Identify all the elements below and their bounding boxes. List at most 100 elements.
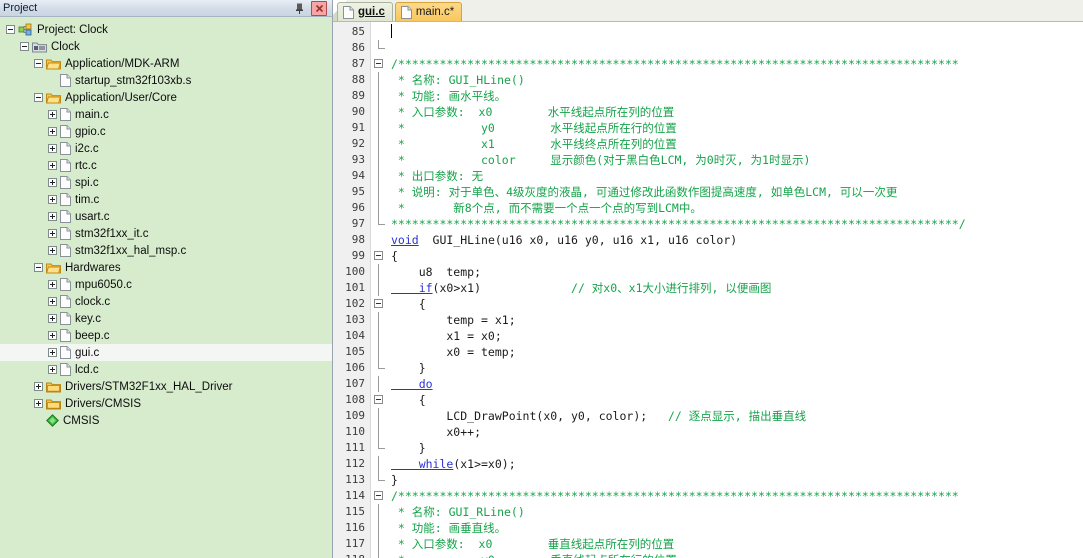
code-line[interactable]: do (389, 376, 1083, 392)
code-line[interactable]: { (389, 248, 1083, 264)
tree-item-rtc-c[interactable]: rtc.c (0, 157, 332, 174)
tree-item-i2c-c[interactable]: i2c.c (0, 140, 332, 157)
tree-item-gui-c[interactable]: gui.c (0, 344, 332, 361)
tree-item-lcd-c[interactable]: lcd.c (0, 361, 332, 378)
tree-item-application-mdk-arm[interactable]: Application/MDK-ARM (0, 55, 332, 72)
expand-plus-icon[interactable] (34, 399, 43, 408)
tree-item-drivers-cmsis[interactable]: Drivers/CMSIS (0, 395, 332, 412)
collapse-minus-icon[interactable] (34, 263, 43, 272)
tree-item-drivers-stm32f1xx-hal-driver[interactable]: Drivers/STM32F1xx_HAL_Driver (0, 378, 332, 395)
code-line[interactable]: * 名称: GUI_HLine() (389, 72, 1083, 88)
code-line[interactable]: * 功能: 画垂直线。 (389, 520, 1083, 536)
tree-item-hardwares[interactable]: Hardwares (0, 259, 332, 276)
fold-collapse-icon[interactable] (374, 251, 383, 260)
fold-cell[interactable] (371, 296, 389, 312)
tree-item-clock-c[interactable]: clock.c (0, 293, 332, 310)
expand-plus-icon[interactable] (48, 212, 57, 221)
fold-cell[interactable] (371, 248, 389, 264)
code-line[interactable]: * y0 垂直线起点所在行的位置 (389, 552, 1083, 558)
expand-plus-icon[interactable] (48, 195, 57, 204)
fold-cell[interactable] (371, 392, 389, 408)
expand-plus-icon[interactable] (48, 314, 57, 323)
tree-item-key-c[interactable]: key.c (0, 310, 332, 327)
code-line[interactable]: u8 temp; (389, 264, 1083, 280)
tree-item-startup-stm32f103xb-s[interactable]: startup_stm32f103xb.s (0, 72, 332, 89)
expand-plus-icon[interactable] (48, 178, 57, 187)
tree-item-application-user-core[interactable]: Application/User/Core (0, 89, 332, 106)
expand-plus-icon[interactable] (34, 382, 43, 391)
editor-tab-gui-c[interactable]: gui.c (337, 2, 393, 21)
fold-collapse-icon[interactable] (374, 299, 383, 308)
code-line[interactable]: * x1 水平线终点所在列的位置 (389, 136, 1083, 152)
code-line[interactable] (389, 24, 1083, 40)
code-line[interactable]: } (389, 360, 1083, 376)
project-tree[interactable]: Project: Clock Clock Application/MDK-ARM st… (0, 17, 332, 558)
code-line[interactable]: { (389, 296, 1083, 312)
code-line[interactable]: } (389, 472, 1083, 488)
code-line[interactable]: } (389, 440, 1083, 456)
code-line[interactable] (389, 40, 1083, 56)
tree-item-project-clock[interactable]: Project: Clock (0, 21, 332, 38)
tree-item-stm32f1xx-it-c[interactable]: stm32f1xx_it.c (0, 225, 332, 242)
editor-tabstrip[interactable]: gui.c main.c* (333, 0, 1083, 22)
close-icon[interactable] (311, 0, 327, 16)
tree-item-main-c[interactable]: main.c (0, 106, 332, 123)
tree-item-clock[interactable]: Clock (0, 38, 332, 55)
code-line[interactable]: void GUI_HLine(u16 x0, u16 y0, u16 x1, u… (389, 232, 1083, 248)
code-line[interactable]: * 出口参数: 无 (389, 168, 1083, 184)
code-line[interactable]: /***************************************… (389, 488, 1083, 504)
code-line[interactable]: * y0 水平线起点所在行的位置 (389, 120, 1083, 136)
fold-collapse-icon[interactable] (374, 491, 383, 500)
editor-tab-main-c[interactable]: main.c* (394, 2, 463, 21)
expand-plus-icon[interactable] (48, 144, 57, 153)
expand-plus-icon[interactable] (48, 280, 57, 289)
expand-plus-icon[interactable] (48, 297, 57, 306)
pin-icon[interactable] (293, 2, 306, 15)
code-view[interactable]: 85 86 87 88 89 90 91 92 93 94 95 96 97 98 99 100 101 102 1… (333, 22, 1083, 558)
code-line[interactable]: { (389, 392, 1083, 408)
code-line[interactable]: * 说明: 对于单色、4级灰度的液晶, 可通过修改此函数作图提高速度, 如单色L… (389, 184, 1083, 200)
expand-plus-icon[interactable] (48, 110, 57, 119)
code-line[interactable]: ****************************************… (389, 216, 1083, 232)
code-line[interactable]: x0++; (389, 424, 1083, 440)
code-line[interactable]: * color 显示颜色(对于黑白色LCM, 为0时灭, 为1时显示) (389, 152, 1083, 168)
collapse-minus-icon[interactable] (34, 93, 43, 102)
code-line[interactable]: if(x0>x1) // 对x0、x1大小进行排列, 以便画图 (389, 280, 1083, 296)
collapse-minus-icon[interactable] (20, 42, 29, 51)
tree-item-spi-c[interactable]: spi.c (0, 174, 332, 191)
code-line[interactable]: * 新8个点, 而不需要一个点一个点的写到LCM中。 (389, 200, 1083, 216)
code-line[interactable]: * 功能: 画水平线。 (389, 88, 1083, 104)
collapse-minus-icon[interactable] (34, 59, 43, 68)
code-line[interactable]: temp = x1; (389, 312, 1083, 328)
tree-item-gpio-c[interactable]: gpio.c (0, 123, 332, 140)
expand-plus-icon[interactable] (48, 161, 57, 170)
expand-plus-icon[interactable] (48, 348, 57, 357)
code-line[interactable]: LCD_DrawPoint(x0, y0, color); // 逐点显示, 描… (389, 408, 1083, 424)
code-line[interactable]: * 入口参数: x0 垂直线起点所在列的位置 (389, 536, 1083, 552)
code-line[interactable]: /***************************************… (389, 56, 1083, 72)
code-folding-column[interactable] (371, 22, 389, 558)
fold-collapse-icon[interactable] (374, 59, 383, 68)
tree-item-mpu6050-c[interactable]: mpu6050.c (0, 276, 332, 293)
tree-item-beep-c[interactable]: beep.c (0, 327, 332, 344)
collapse-minus-icon[interactable] (6, 25, 15, 34)
code-line[interactable]: * 入口参数: x0 水平线起点所在列的位置 (389, 104, 1083, 120)
code-line[interactable]: while(x1>=x0); (389, 456, 1083, 472)
expand-plus-icon[interactable] (48, 127, 57, 136)
code-line[interactable]: x1 = x0; (389, 328, 1083, 344)
expand-plus-icon[interactable] (48, 246, 57, 255)
tree-item-tim-c[interactable]: tim.c (0, 191, 332, 208)
expand-plus-icon[interactable] (48, 365, 57, 374)
fold-collapse-icon[interactable] (374, 395, 383, 404)
expand-plus-icon[interactable] (48, 331, 57, 340)
tree-item-stm32f1xx-hal-msp-c[interactable]: stm32f1xx_hal_msp.c (0, 242, 332, 259)
code-line[interactable]: x0 = temp; (389, 344, 1083, 360)
source-code[interactable]: /***************************************… (389, 22, 1083, 558)
tree-item-usart-c[interactable]: usart.c (0, 208, 332, 225)
tree-item-cmsis[interactable]: CMSIS (0, 412, 332, 429)
expand-plus-icon[interactable] (48, 229, 57, 238)
line-number: 102 (345, 297, 365, 310)
fold-cell[interactable] (371, 488, 389, 504)
code-line[interactable]: * 名称: GUI_RLine() (389, 504, 1083, 520)
fold-cell[interactable] (371, 56, 389, 72)
